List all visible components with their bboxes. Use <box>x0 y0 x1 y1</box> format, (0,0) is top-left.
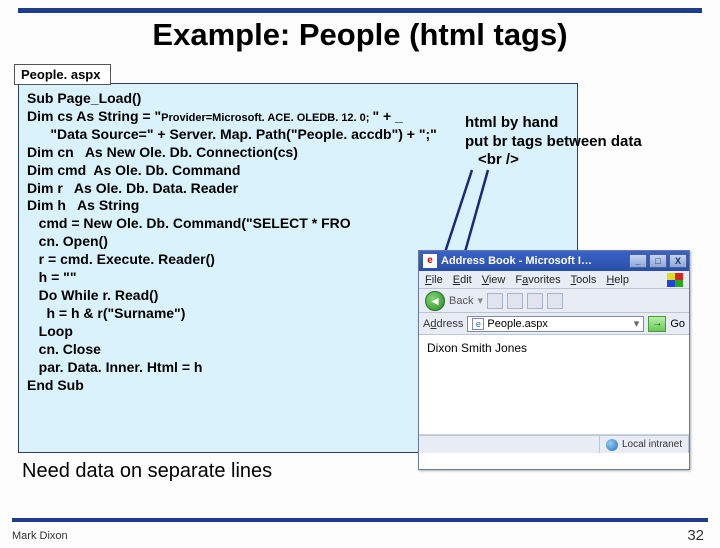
code-line: Dim cmd As Ole. Db. Command <box>27 162 240 178</box>
menu-tools[interactable]: Tools <box>571 274 597 286</box>
code-line: cmd = New Ole. Db. Command("SELECT * FRO <box>27 215 351 231</box>
code-line: h = h & r("Surname") <box>27 305 185 321</box>
browser-statusbar: Local intranet <box>419 435 689 453</box>
code-line: Dim cs As String = " <box>27 108 161 124</box>
menu-favorites[interactable]: Favorites <box>515 274 560 286</box>
code-line: Dim cn As New Ole. Db. Connection(cs) <box>27 144 298 160</box>
browser-content: Dixon Smith Jones <box>419 335 689 435</box>
header-rule <box>18 8 702 13</box>
address-field[interactable]: e People.aspx ▾ <box>467 316 644 332</box>
refresh-button[interactable] <box>527 293 543 309</box>
footer-author: Mark Dixon <box>12 530 68 542</box>
go-label: Go <box>670 318 685 330</box>
code-line: cn. Close <box>27 341 101 357</box>
menu-file[interactable]: File <box>425 274 443 286</box>
status-text: Local intranet <box>622 439 682 450</box>
code-line: cn. Open() <box>27 233 108 249</box>
file-tab: People. aspx <box>14 64 111 85</box>
code-line: h = "" <box>27 269 76 285</box>
windows-flag-icon <box>667 273 683 287</box>
code-line: End Sub <box>27 377 84 393</box>
code-line: Dim h As String <box>27 197 139 213</box>
browser-menubar: File Edit View Favorites Tools Help <box>419 271 689 289</box>
browser-addressbar: Address e People.aspx ▾ → Go <box>419 313 689 335</box>
menu-edit[interactable]: Edit <box>453 274 472 286</box>
browser-window: e Address Book - Microsoft I… _ □ X File… <box>418 250 690 470</box>
code-line: r = cmd. Execute. Reader() <box>27 251 215 267</box>
code-line: "Data Source=" + Server. Map. Path("Peop… <box>27 126 437 142</box>
code-line: " + _ <box>373 108 403 124</box>
browser-toolbar: ◄ Back ▾ <box>419 289 689 313</box>
footer-rule <box>12 518 708 522</box>
forward-button[interactable] <box>487 293 503 309</box>
code-line: Sub Page_Load() <box>27 90 141 106</box>
ie-icon: e <box>423 254 437 268</box>
code-line: Do While r. Read() <box>27 287 158 303</box>
stop-button[interactable] <box>507 293 523 309</box>
code-line: Loop <box>27 323 73 339</box>
code-line: Dim r As Ole. Db. Data. Reader <box>27 180 238 196</box>
minimize-button[interactable]: _ <box>629 254 647 268</box>
annotation-br-between: put br tags between data <box>465 133 642 150</box>
menu-view[interactable]: View <box>482 274 506 286</box>
annotation-html-by-hand: html by hand <box>465 114 558 131</box>
home-button[interactable] <box>547 293 563 309</box>
maximize-button[interactable]: □ <box>649 254 667 268</box>
browser-title: Address Book - Microsoft I… <box>441 255 592 267</box>
code-line-small: Provider=Microsoft. ACE. OLEDB. 12. 0; <box>161 112 372 124</box>
browser-titlebar: e Address Book - Microsoft I… _ □ X <box>419 251 689 271</box>
menu-help[interactable]: Help <box>606 274 629 286</box>
code-line: par. Data. Inner. Html = h <box>27 359 202 375</box>
page-output: Dixon Smith Jones <box>427 341 527 355</box>
slide-title: Example: People (html tags) <box>0 17 720 53</box>
page-icon: e <box>472 318 484 330</box>
caption-text: Need data on separate lines <box>22 460 272 483</box>
zone-icon <box>606 439 618 451</box>
footer-page-number: 32 <box>687 527 704 544</box>
address-value: People.aspx <box>487 318 548 330</box>
back-label: Back <box>449 295 473 307</box>
back-button[interactable]: ◄ <box>425 291 445 311</box>
address-label: Address <box>423 318 463 330</box>
annotation-br-tag: <br /> <box>478 151 519 168</box>
go-button[interactable]: → <box>648 316 666 332</box>
close-button[interactable]: X <box>669 254 687 268</box>
